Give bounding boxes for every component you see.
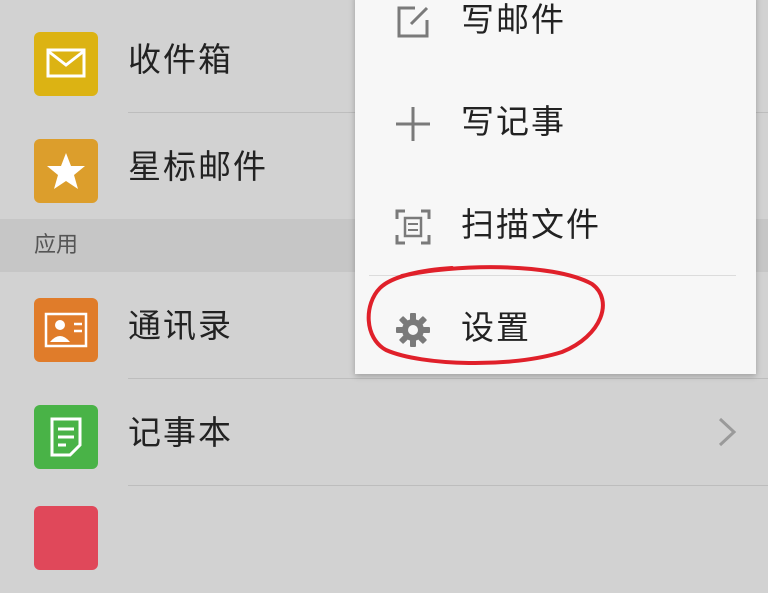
list-item-notes[interactable]: 记事本 <box>0 379 768 486</box>
app-icon <box>34 506 98 570</box>
menu-item-scan-document[interactable]: 扫描文件 <box>355 173 756 276</box>
menu-item-label: 写邮件 <box>461 0 566 39</box>
note-icon <box>34 405 98 469</box>
star-icon <box>34 139 98 203</box>
plus-icon <box>393 104 433 144</box>
compose-icon <box>393 2 433 42</box>
list-item-partial[interactable] <box>0 486 768 593</box>
gear-icon <box>393 310 433 350</box>
mail-icon <box>34 32 98 96</box>
menu-item-compose-note[interactable]: 写记事 <box>355 70 756 173</box>
menu-item-label: 设置 <box>461 308 531 347</box>
scan-icon <box>393 207 433 247</box>
menu-item-label: 扫描文件 <box>461 205 601 244</box>
menu-item-label: 写记事 <box>461 102 566 141</box>
list-item-label: 记事本 <box>128 413 233 452</box>
chevron-right-icon <box>712 415 742 449</box>
overflow-menu: 写邮件 写记事 扫描文件 设置 <box>355 0 756 374</box>
menu-item-settings[interactable]: 设置 <box>355 276 756 379</box>
section-title: 应用 <box>34 233 79 258</box>
list-item-label: 星标邮件 <box>128 147 268 186</box>
menu-item-compose-mail[interactable]: 写邮件 <box>355 0 756 71</box>
list-item-label: 通讯录 <box>128 306 233 345</box>
contacts-icon <box>34 298 98 362</box>
list-item-label: 收件箱 <box>128 40 233 79</box>
